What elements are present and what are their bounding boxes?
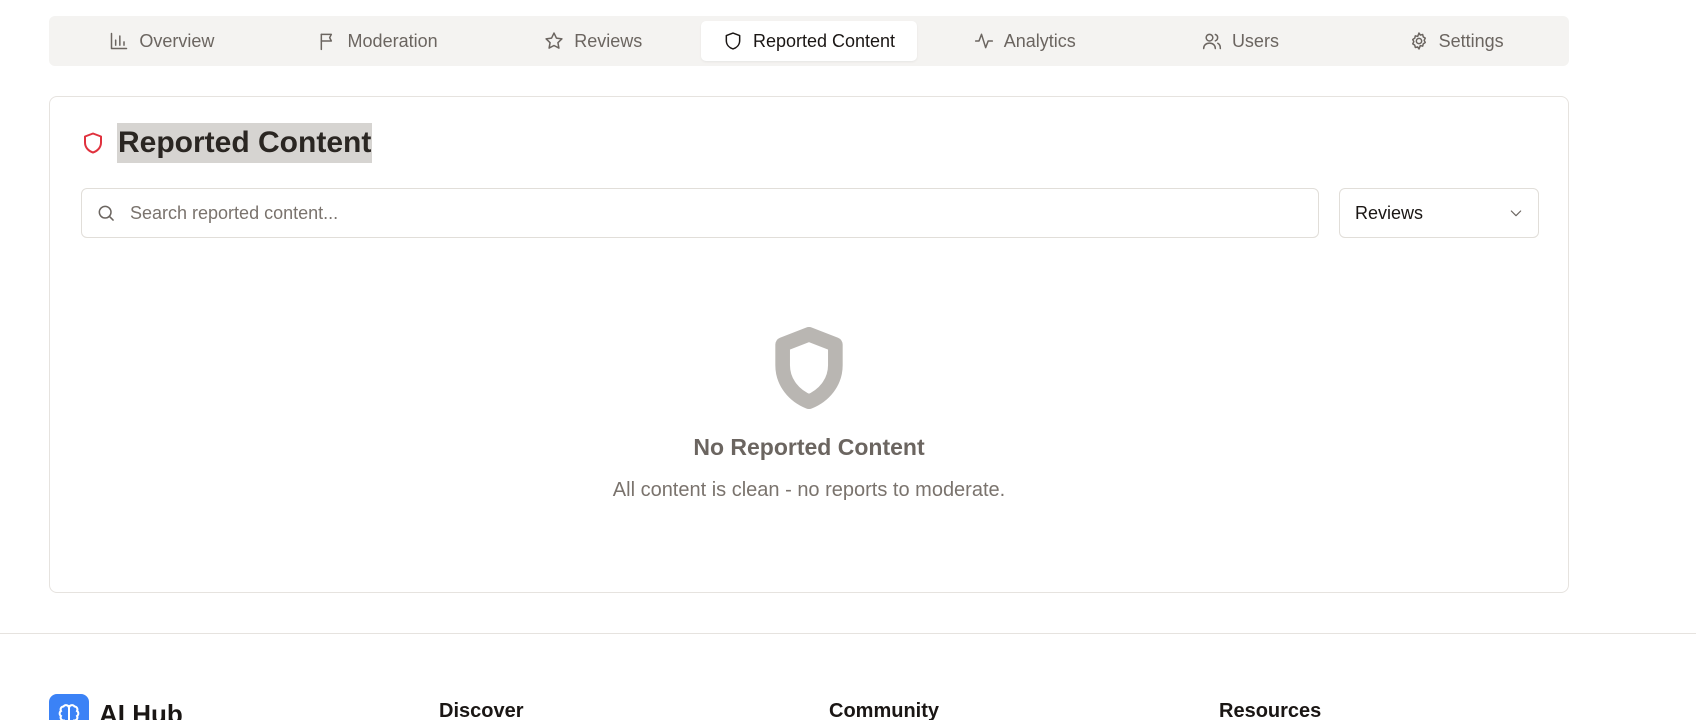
bar-chart-icon [111, 32, 128, 50]
footer-heading-community: Community [829, 700, 939, 720]
tab-reported-content[interactable]: Reported Content [701, 21, 917, 61]
footer-heading-resources: Resources [1219, 700, 1322, 720]
brain-icon [58, 704, 80, 720]
tab-moderation[interactable]: Moderation [270, 21, 486, 61]
content-type-select[interactable]: Reviews [1339, 188, 1539, 238]
tab-label: Reviews [574, 30, 643, 51]
page-title: Reported Content [117, 123, 373, 163]
empty-state-heading: No Reported Content [693, 434, 925, 460]
search-icon [98, 205, 114, 221]
brain-logo-icon [49, 694, 89, 720]
star-icon [545, 32, 563, 49]
card-header: Reported Content [81, 123, 373, 163]
tab-label: Users [1231, 30, 1279, 51]
footer-brand[interactable]: AI Hub [49, 694, 183, 720]
users-icon [1202, 33, 1222, 50]
tab-overview[interactable]: Overview [54, 21, 270, 61]
tab-settings[interactable]: Settings [1348, 21, 1564, 61]
page: Overview Moderation Reviews Reported Con… [0, 0, 1696, 720]
empty-state-message: All content is clean - no reports to mod… [612, 479, 1006, 501]
tab-label: Settings [1438, 30, 1504, 51]
brand-name: AI Hub [99, 698, 183, 720]
tab-reviews[interactable]: Reviews [485, 21, 701, 61]
flag-icon [320, 33, 332, 51]
tab-label: Analytics [1003, 30, 1076, 51]
search-input[interactable] [130, 202, 1280, 224]
tab-users[interactable]: Users [1133, 21, 1349, 61]
tab-label: Moderation [347, 30, 438, 51]
admin-tab-bar: Overview Moderation Reviews Reported Con… [49, 16, 1569, 66]
reported-content-card: Reported Content Reviews No Reported Con… [49, 96, 1569, 593]
tab-label: Overview [139, 30, 215, 51]
shield-icon [775, 327, 843, 409]
chevron-down-icon [1510, 210, 1522, 217]
activity-icon [974, 33, 993, 49]
tab-label: Reported Content [752, 30, 896, 51]
footer-divider [0, 633, 1696, 634]
empty-state: No Reported Content All content is clean… [50, 327, 1568, 502]
select-value: Reviews [1355, 202, 1424, 223]
footer-heading-discover: Discover [439, 700, 524, 720]
shield-icon [84, 132, 102, 154]
gear-icon [1411, 32, 1426, 50]
search-box [81, 188, 1319, 238]
tab-analytics[interactable]: Analytics [917, 21, 1133, 61]
shield-icon [725, 32, 741, 50]
